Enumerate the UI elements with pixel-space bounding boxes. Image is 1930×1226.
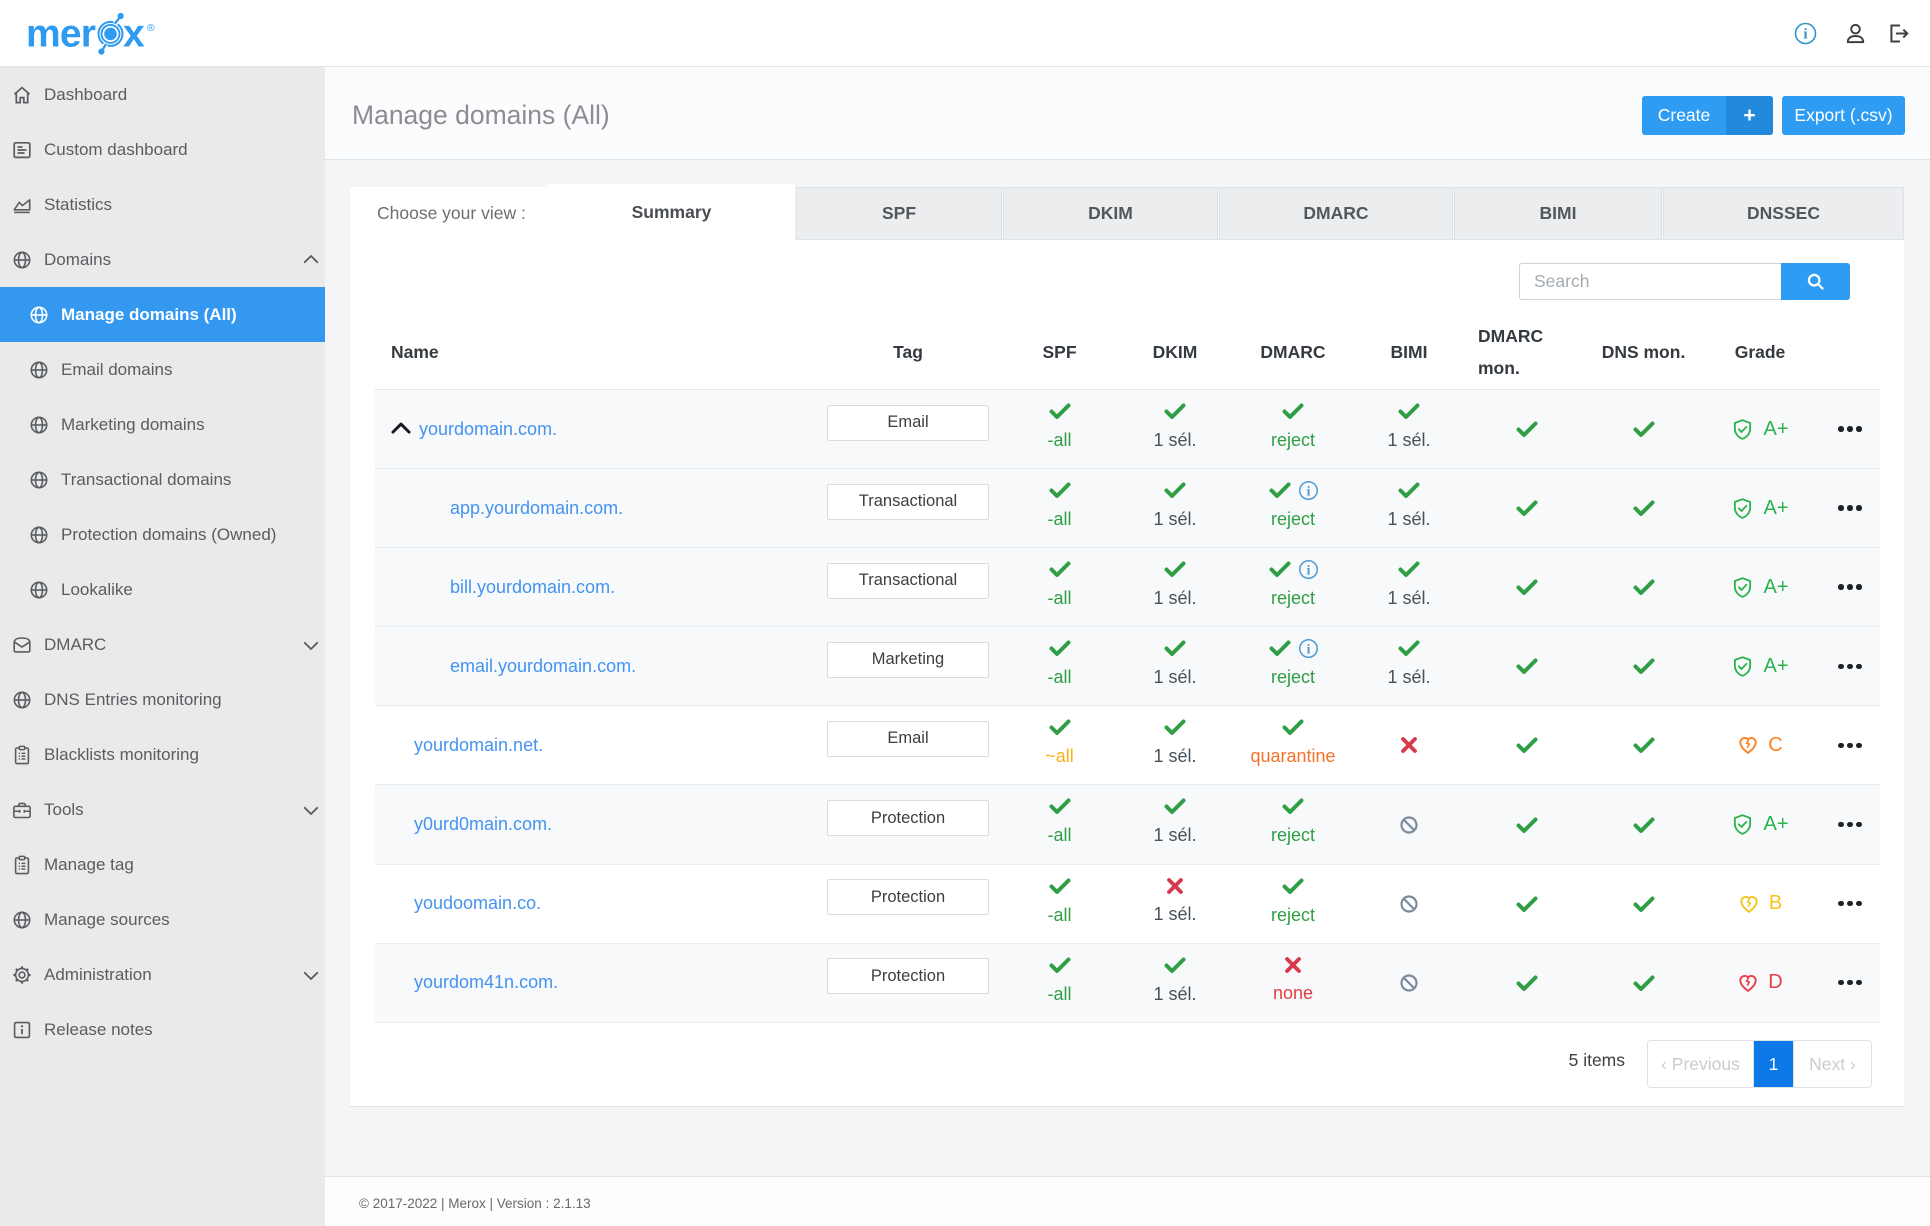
svg-text:i: i bbox=[1306, 562, 1310, 577]
svg-text:i: i bbox=[1803, 27, 1807, 43]
svg-text:mer: mer bbox=[26, 13, 96, 56]
svg-text:i: i bbox=[1306, 483, 1310, 498]
svg-text:x: x bbox=[123, 13, 145, 56]
svg-text:®: ® bbox=[147, 22, 155, 34]
svg-text:i: i bbox=[1306, 641, 1310, 656]
